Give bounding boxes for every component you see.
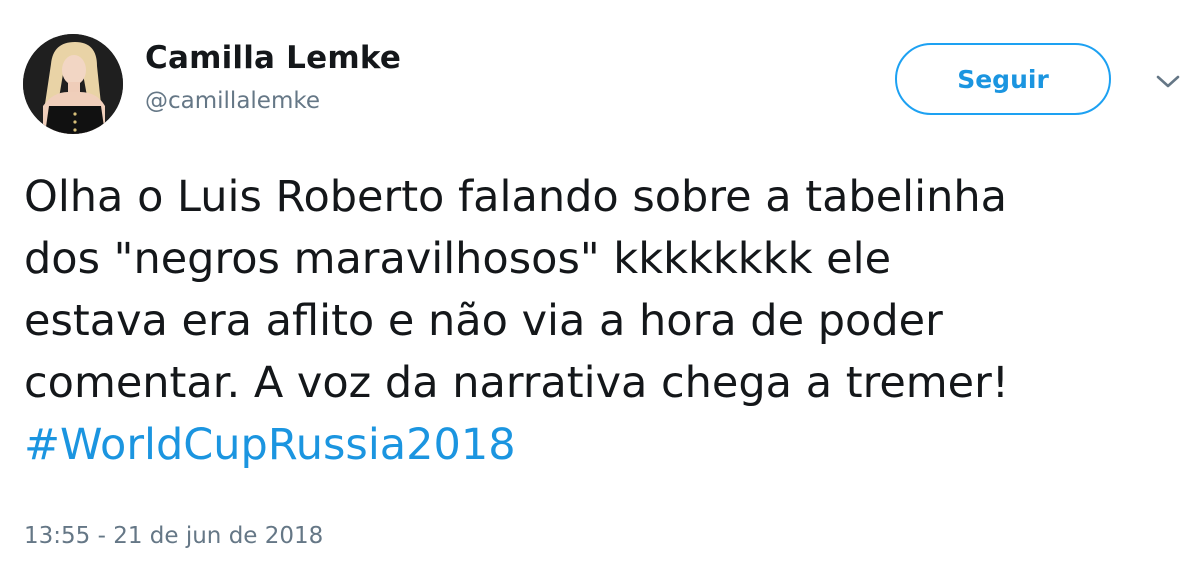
tweet-text: Olha o Luis Roberto falando sobre a tabe… <box>24 166 1194 476</box>
tweet-menu-button[interactable] <box>1152 66 1184 98</box>
tweet-text-line: estava era aflito e não via a hora de po… <box>24 296 943 346</box>
follow-button[interactable]: Seguir <box>895 43 1111 115</box>
tweet-text-line: Olha o Luis Roberto falando sobre a tabe… <box>24 172 1007 222</box>
tweet-text-line: dos "negros maravilhosos" kkkkkkkk ele <box>24 234 892 284</box>
tweet-timestamp[interactable]: 13:55 - 21 de jun de 2018 <box>24 523 323 549</box>
avatar-image <box>23 34 123 134</box>
chevron-down-icon <box>1156 75 1180 88</box>
tweet-card: Camilla Lemke @camillalemke Seguir Olha … <box>0 0 1203 575</box>
author-display-name[interactable]: Camilla Lemke <box>145 40 401 76</box>
author-handle[interactable]: @camillalemke <box>145 88 320 114</box>
avatar[interactable] <box>23 34 123 134</box>
tweet-text-line: comentar. A voz da narrativa chega a tre… <box>24 358 1010 408</box>
hashtag-link[interactable]: #WorldCupRussia2018 <box>24 420 516 470</box>
